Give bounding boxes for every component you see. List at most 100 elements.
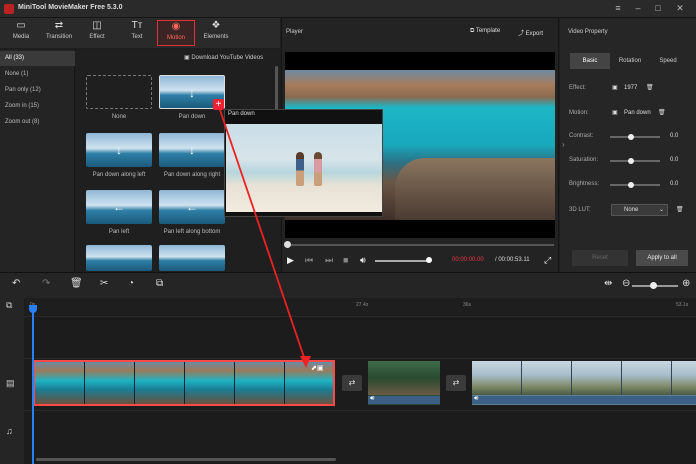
ruler-label: 36s	[463, 302, 472, 308]
tab-rotation[interactable]: Rotation	[610, 53, 650, 69]
delete-motion-icon[interactable]: 🗑︎	[658, 109, 666, 116]
delete-lut-icon[interactable]: 🗑︎	[676, 206, 684, 213]
motion-thumb-pan-down-right[interactable]: ↓	[159, 133, 225, 167]
video-clip[interactable]: 🔊︎	[368, 361, 440, 405]
volume-icon[interactable]: 🔊︎	[360, 255, 366, 266]
saturation-slider[interactable]	[610, 160, 660, 162]
total-time: / 00:00:53.11	[495, 257, 530, 263]
add-motion-button[interactable]: +	[213, 99, 224, 110]
lut-select[interactable]: None ⌄	[611, 204, 668, 216]
motion-thumb-pan-down-left[interactable]: ↓	[86, 133, 152, 167]
contrast-value: 0.0	[670, 133, 679, 139]
playhead-handle[interactable]	[29, 305, 37, 313]
motion-swatch-icon: ▣	[612, 110, 618, 116]
clip-thumbnail	[368, 361, 440, 395]
volume-knob[interactable]	[426, 257, 432, 263]
music-track[interactable]	[24, 410, 696, 464]
transition-tab[interactable]: ⇄ Transition	[40, 20, 78, 46]
effect-tab[interactable]: ◫ Effect	[78, 20, 116, 46]
redo-icon[interactable]: ↷	[42, 278, 50, 289]
motion-label: Pan down along left	[92, 172, 146, 178]
clip-audio-bar	[368, 396, 440, 404]
preview-person	[296, 152, 304, 186]
elements-tab[interactable]: ❖ Elements	[197, 20, 235, 46]
template-button[interactable]: ⧉ Template	[470, 28, 500, 35]
contrast-knob[interactable]	[628, 134, 634, 140]
category-none[interactable]: None (1)	[0, 67, 75, 82]
saturation-knob[interactable]	[628, 158, 634, 164]
playback-progress[interactable]	[286, 244, 554, 246]
brightness-label: Brightness:	[569, 181, 600, 187]
category-zoom-out[interactable]: Zoom out (8)	[0, 115, 75, 130]
export-button[interactable]: ⤴ Export	[518, 28, 543, 37]
delete-icon[interactable]: 🗑︎	[70, 278, 83, 289]
motion-thumb-pan-left-bottom[interactable]: ←	[159, 190, 225, 224]
brightness-knob[interactable]	[628, 182, 634, 188]
zoom-in-icon[interactable]: ⊕	[682, 278, 690, 289]
close-button[interactable]: ✕	[674, 2, 686, 14]
saturation-value: 0.0	[670, 157, 679, 163]
clip-audio-bar	[472, 396, 696, 404]
category-zoom-in[interactable]: Zoom in (15)	[0, 99, 75, 114]
reset-button[interactable]: Reset	[572, 250, 628, 266]
motion-value: Pan down	[624, 110, 651, 116]
motion-thumb-none[interactable]	[86, 75, 152, 109]
overlay-track[interactable]	[24, 316, 696, 358]
delete-effect-icon[interactable]: 🗑︎	[646, 84, 654, 91]
fullscreen-icon[interactable]: ⤢	[544, 255, 551, 266]
split-icon[interactable]: ✂	[100, 278, 108, 289]
crop-icon[interactable]: ◔	[128, 278, 134, 289]
zoom-knob[interactable]	[650, 282, 657, 289]
category-pan-only[interactable]: Pan only (12)	[0, 83, 75, 98]
zoom-fit-icon[interactable]: ⇹	[604, 278, 612, 289]
ruler-label: 53.1s	[676, 302, 689, 308]
undo-icon[interactable]: ↶	[12, 278, 20, 289]
app-title: MiniTool MovieMaker Free 5.3.0	[18, 4, 123, 11]
video-clip[interactable]: 🔊︎	[472, 361, 696, 405]
next-frame-button[interactable]: ⏭	[325, 255, 333, 266]
text-tab[interactable]: Tт Text	[118, 20, 156, 46]
contrast-slider[interactable]	[610, 136, 660, 138]
add-track-icon[interactable]: ⧉	[6, 300, 12, 311]
maximize-button[interactable]: □	[652, 2, 664, 14]
progress-knob[interactable]	[284, 241, 291, 248]
motion-label: None	[111, 114, 127, 120]
brightness-slider[interactable]	[610, 184, 660, 186]
media-icon: ▭	[16, 20, 26, 31]
video-track-icon: ▤	[6, 378, 15, 388]
motion-label: Pan down	[178, 114, 206, 120]
zoom-out-icon[interactable]: ⊖	[622, 278, 630, 289]
playhead[interactable]	[32, 306, 34, 464]
collapse-panel-icon[interactable]: ›	[562, 140, 565, 149]
clip-motion-icon: ⬈▣	[311, 365, 324, 372]
minimize-button[interactable]: –	[632, 2, 644, 14]
media-tab[interactable]: ▭ Media	[2, 20, 40, 46]
play-button[interactable]: ▶	[287, 255, 294, 266]
apply-to-all-button[interactable]: Apply to all	[636, 250, 688, 266]
prev-frame-button[interactable]: ⏮	[305, 255, 313, 266]
motion-icon: ◉	[171, 21, 181, 32]
download-youtube-link[interactable]: ▣ Download YouTube Videos	[184, 54, 263, 61]
clip-audio-icon: 🔊︎	[370, 395, 375, 402]
volume-slider[interactable]	[375, 260, 429, 262]
effect-icon: ◫	[92, 20, 102, 31]
motion-thumb[interactable]	[86, 245, 152, 271]
menu-icon[interactable]: ≡	[612, 2, 624, 14]
motion-tab[interactable]: ◉ Motion	[157, 20, 195, 46]
motion-thumb[interactable]	[159, 245, 225, 271]
effect-value: 1977	[624, 85, 638, 91]
motion-label: Motion:	[569, 110, 589, 116]
tab-speed[interactable]: Speed	[648, 53, 688, 69]
motion-thumb-pan-left[interactable]: ←	[86, 190, 152, 224]
transition-slot-icon[interactable]: ⇄	[342, 375, 362, 391]
category-all[interactable]: All (33)	[0, 51, 75, 66]
stop-button[interactable]: ■	[343, 255, 348, 265]
fit-icon[interactable]: ⧉	[156, 278, 163, 289]
tab-basic[interactable]: Basic	[570, 53, 610, 69]
preview-person	[314, 152, 322, 186]
motion-label: Pan left along bottom	[163, 229, 221, 235]
transition-slot-icon[interactable]: ⇄	[446, 375, 466, 391]
arrow-left-icon: ←	[186, 200, 198, 214]
timeline-scrollbar[interactable]	[36, 458, 336, 461]
video-clip-selected[interactable]: ⬈▣	[33, 360, 335, 406]
